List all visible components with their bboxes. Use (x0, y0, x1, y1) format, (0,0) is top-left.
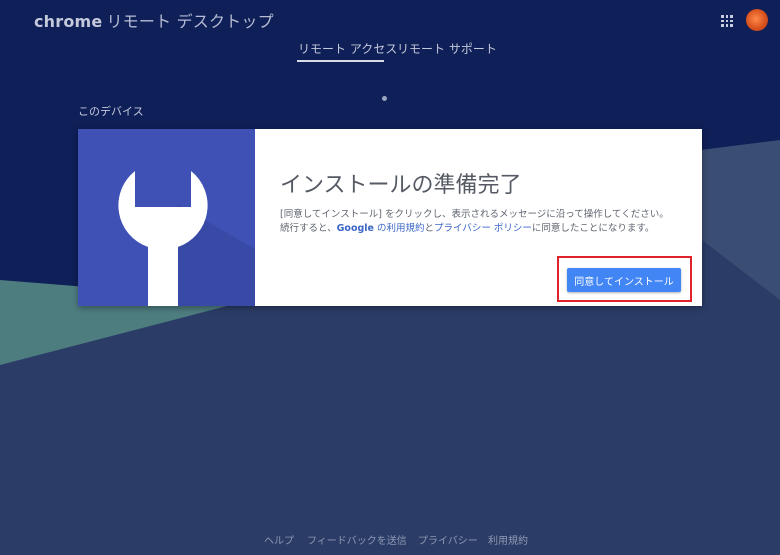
desc-and: と (424, 223, 435, 234)
tab-remote-support[interactable]: リモート サポート (397, 40, 497, 57)
card-description: [同意してインストール] をクリックし、表示されるメッセージに沿って操作してくだ… (280, 208, 669, 236)
avatar[interactable] (746, 9, 768, 31)
apps-grid-icon[interactable] (721, 15, 733, 27)
card-heading: インストールの準備完了 (280, 173, 522, 198)
privacy-link[interactable]: プライバシー ポリシー (434, 223, 532, 234)
desc-line-1: [同意してインストール] をクリックし、表示されるメッセージに沿って操作してくだ… (280, 209, 669, 220)
terms-link[interactable]: の利用規約 (374, 223, 425, 234)
desc-prefix: 続行すると、 (280, 223, 337, 234)
footer-help-link[interactable]: ヘルプ (264, 532, 294, 547)
app-name: リモート デスクトップ (106, 12, 274, 31)
tab-remote-access[interactable]: リモート アクセス (298, 40, 397, 57)
footer-terms-link[interactable]: 利用規約 (488, 532, 528, 547)
footer-feedback-link[interactable]: フィードバックを送信 (307, 532, 407, 547)
install-card: インストールの準備完了 [同意してインストール] をクリックし、表示されるメッセ… (78, 129, 702, 306)
desc-line-2: 続行すると、Google の利用規約とプライバシー ポリシーに同意したことになり… (280, 222, 669, 236)
google-link-text[interactable]: Google (337, 223, 374, 234)
footer-privacy-link[interactable]: プライバシー (418, 532, 478, 547)
brand-chrome: chrome (34, 12, 103, 31)
wrench-icon (118, 171, 255, 306)
app-title: chrome リモート デスクトップ (34, 8, 274, 32)
status-dot (382, 96, 387, 101)
active-tab-indicator (297, 60, 384, 62)
section-title-this-device: このデバイス (78, 105, 144, 118)
card-illustration (78, 129, 255, 306)
desc-suffix: に同意したことになります。 (531, 223, 655, 234)
accept-and-install-button[interactable]: 同意してインストール (567, 268, 681, 292)
